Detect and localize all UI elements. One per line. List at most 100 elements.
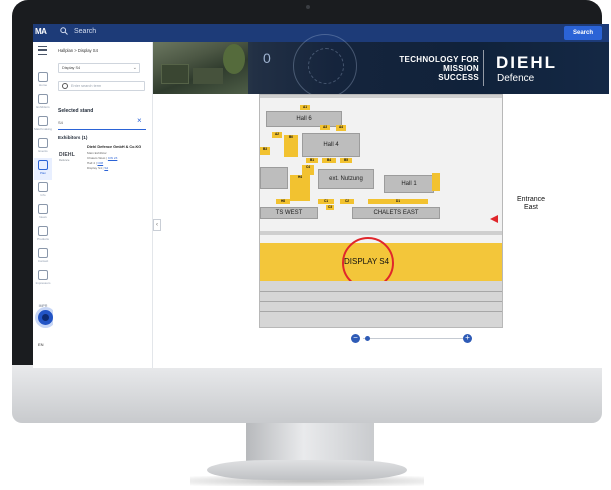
stand-b5[interactable]: B5 [340, 158, 352, 163]
stand-b3[interactable]: B3 [260, 147, 270, 155]
stand-c1[interactable]: C1 [318, 199, 334, 204]
exhibitor-location-2: Hall 4 | C08 [87, 161, 104, 165]
stand-d1[interactable]: D1 [368, 199, 428, 204]
calendar-icon [38, 138, 48, 148]
hall-4[interactable]: Hall 4 [302, 133, 360, 157]
stand-a2[interactable]: A2 [272, 132, 282, 138]
banner-photo [153, 42, 248, 94]
track [260, 291, 502, 292]
div: TECHNOLOGY FOR [399, 55, 479, 64]
zoom-out-button[interactable]: − [351, 334, 360, 343]
stand-h4[interactable]: H4 [290, 175, 310, 201]
selected-stand-title: Selected stand [58, 108, 94, 114]
home-icon [38, 72, 48, 82]
stand-a3[interactable]: A3 [320, 125, 330, 130]
phone-icon [38, 248, 48, 258]
chevron-down-icon: ⌄ [132, 65, 137, 71]
banner-tagline: TECHNOLOGY FOR MISSION SUCCESS [359, 55, 479, 82]
track-3 [260, 311, 502, 312]
map-icon [38, 160, 48, 170]
info-icon [38, 270, 48, 280]
stand-a1[interactable]: A1 [300, 105, 310, 110]
exhibitor-logo-sub: Defence [59, 158, 70, 162]
close-icon[interactable]: × [137, 116, 142, 125]
side-panel: Hallplan > Display S4 Display S4 ⌄ Enter… [53, 42, 153, 368]
div-5: East [523, 204, 538, 211]
tree [223, 44, 245, 74]
global-search-input[interactable]: Search [74, 28, 96, 35]
selected-stand-value[interactable]: S4 [58, 120, 63, 125]
div-2: MISSION [443, 64, 479, 73]
stand-link-cw23[interactable]: CW 23 [108, 156, 117, 160]
track-2 [260, 301, 502, 302]
exhibitor-name[interactable]: Diehl Defence GmbH & Co.KG [87, 145, 141, 149]
zoom-slider[interactable] [363, 338, 463, 339]
hall-1[interactable]: Hall 1 [384, 175, 434, 193]
truck [161, 64, 189, 84]
truck2 [193, 68, 223, 84]
stand-c4[interactable]: C4 [302, 165, 314, 175]
entrance-arrow-icon [490, 215, 498, 223]
stand-b4[interactable]: B4 [322, 158, 336, 163]
stand-search-placeholder: Enter search term [71, 83, 102, 88]
display-select[interactable]: Display S4 ⌄ [58, 63, 140, 73]
stand-link-s4[interactable]: S4 [104, 166, 108, 170]
rail-item-matchmaking[interactable]: Matchmaking [34, 114, 52, 136]
display-select-value: Display S4 [62, 66, 81, 70]
lower [260, 281, 502, 327]
language-switch[interactable]: EN [38, 342, 44, 347]
brand-sub: Defence [497, 73, 535, 84]
webcam [306, 5, 310, 9]
entrance-east-label: Entrance East [511, 196, 551, 212]
rail-item-info[interactable]: Info [34, 180, 52, 202]
monitor-chin [12, 365, 602, 423]
ext-nutzung-hall[interactable]: ext. Nutzung [318, 169, 374, 189]
monitor-stand-neck [246, 423, 374, 463]
zoom-in-button[interactable]: + [463, 334, 472, 343]
brand-logo: DIEHL [496, 53, 557, 72]
banner-decoration-2 [308, 48, 344, 84]
monitor-stand-base [207, 460, 407, 480]
zoom-slider-handle[interactable] [365, 336, 370, 341]
main-area: ‹ 0 TECHNOLOGY FOR MISSION SUCCESS DIEHL… [153, 34, 609, 368]
rail-item-events[interactable]: Events [34, 136, 52, 158]
hall-west-block[interactable] [260, 167, 288, 189]
document-icon [38, 204, 48, 214]
stand-h8[interactable]: H8 [276, 199, 290, 204]
rail-item-products[interactable]: Products [34, 224, 52, 246]
rail-item-home[interactable]: Home [34, 70, 52, 92]
rail-item-impressum[interactable]: Impressum [34, 268, 52, 290]
search-icon[interactable] [60, 27, 68, 35]
ad-banner[interactable]: 0 TECHNOLOGY FOR MISSION SUCCESS DIEHL D… [153, 34, 609, 98]
stand-b0[interactable]: B0 [284, 135, 298, 157]
road [260, 95, 502, 98]
rail-item-news[interactable]: News [34, 202, 52, 224]
grid-icon [38, 94, 48, 104]
hall-plan-map[interactable]: Hall 6 A1 A3 A2 B0 B3 A4 Hall 4 B1 B4 B5… [259, 94, 503, 328]
stand-c3[interactable]: C3 [326, 205, 334, 210]
exhibitors-title: Exhibitors (1) [58, 135, 88, 140]
person-icon [38, 182, 48, 192]
stand-d1-edge[interactable] [432, 173, 440, 191]
stand-c2[interactable]: C2 [340, 199, 354, 204]
stand-a4[interactable]: A4 [336, 125, 346, 131]
rail-footer-label[interactable]: IMPR [33, 304, 53, 308]
rail-item-exhibitors[interactable]: Exhibitors [34, 92, 52, 114]
chalets-west[interactable]: TS WEST [260, 207, 318, 219]
assistant-button[interactable] [38, 310, 53, 325]
div-4: Entrance [516, 196, 546, 203]
search-button[interactable]: Search [564, 26, 602, 40]
rail-item-plan[interactable]: Plan [34, 158, 52, 180]
hall-6[interactable]: Hall 6 [266, 111, 342, 127]
chalets-east[interactable]: CHALETS EAST [352, 207, 440, 219]
menu-icon[interactable] [38, 46, 47, 55]
road-2 [260, 231, 502, 235]
collapse-panel-button[interactable]: ‹ [153, 219, 161, 231]
rail-item-contact[interactable]: Contact [34, 246, 52, 268]
stand-b1[interactable]: B1 [306, 158, 318, 163]
breadcrumb[interactable]: Hallplan > Display S4 [58, 48, 98, 53]
stand-link-c08[interactable]: C08 [97, 161, 103, 165]
app-logo[interactable]: MA [35, 27, 47, 36]
stand-search-input[interactable]: Enter search term [58, 81, 145, 91]
div-3: SUCCESS [438, 73, 479, 82]
